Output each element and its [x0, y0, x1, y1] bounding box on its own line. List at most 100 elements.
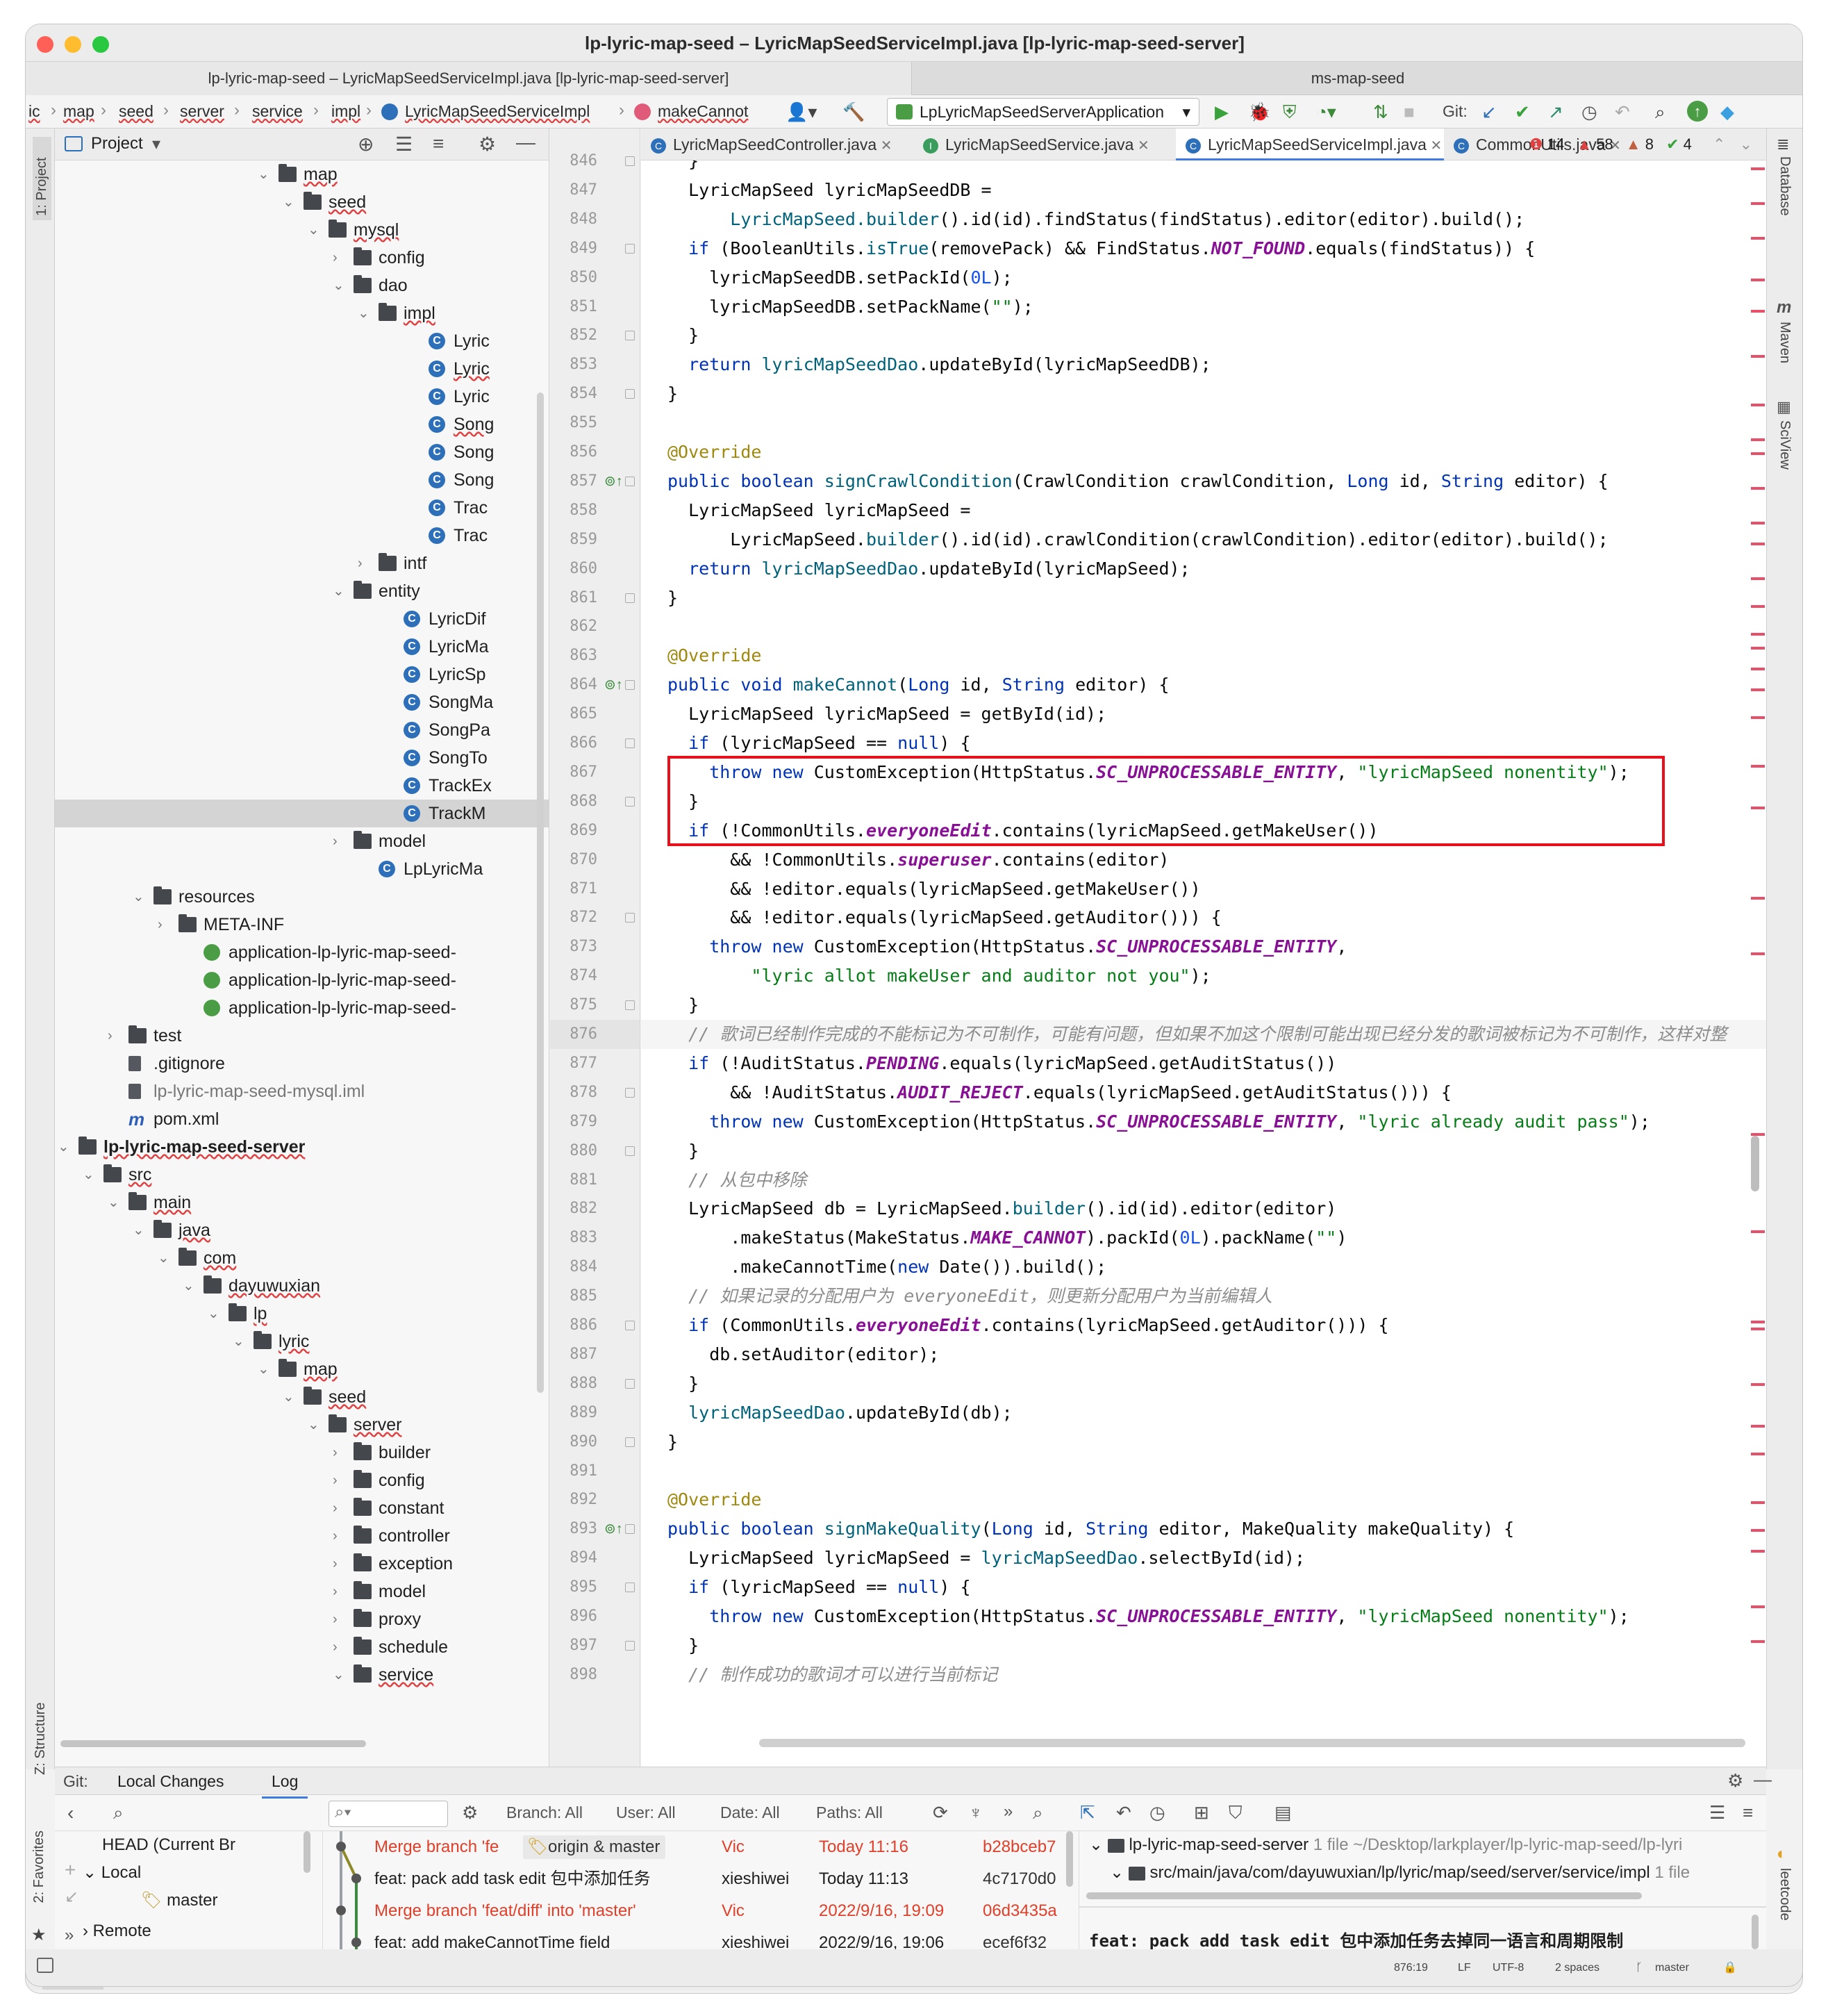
code-line[interactable]: }: [667, 1137, 699, 1166]
code-line[interactable]: public boolean signCrawlCondition(CrawlC…: [667, 467, 1609, 496]
horizontal-scrollbar[interactable]: [60, 1740, 366, 1747]
commit-hash[interactable]: 4c7170d0: [983, 1863, 1066, 1895]
error-stripe-mark[interactable]: [1751, 202, 1765, 205]
project-tree-item[interactable]: › model: [55, 1578, 549, 1605]
project-tree-item[interactable]: C LpLyricMa: [55, 855, 549, 883]
project-tree-item[interactable]: C LyricMa: [55, 633, 549, 661]
commit-msg[interactable]: feat: pack add task edit 包中添加任务: [374, 1863, 694, 1895]
project-tree-item[interactable]: ⌄ main: [55, 1189, 549, 1216]
commit-date[interactable]: 2022/9/16, 19:09: [819, 1895, 972, 1927]
hide-panel-icon[interactable]: —: [1754, 1769, 1772, 1790]
error-stripe-mark[interactable]: [1751, 716, 1765, 719]
more-icon[interactable]: »: [65, 1926, 74, 1945]
fold-marker-icon[interactable]: [625, 243, 635, 254]
code-line[interactable]: LyricMapSeed.builder().id(id).crawlCondi…: [667, 525, 1608, 554]
commit-msg[interactable]: Merge branch 'feat/diff' into 'master': [374, 1895, 694, 1927]
error-stripe-mark[interactable]: [1751, 522, 1765, 524]
error-stripe-mark[interactable]: [1751, 404, 1765, 406]
error-stripe-mark[interactable]: [1751, 1550, 1765, 1553]
coverage-icon[interactable]: ⛨: [1283, 101, 1297, 123]
project-tree-item[interactable]: › proxy: [55, 1605, 549, 1633]
breadcrumb-impl[interactable]: impl: [331, 102, 360, 121]
project-tree-item[interactable]: C TrackEx: [55, 772, 549, 800]
error-stripe-mark[interactable]: [1751, 668, 1765, 670]
project-tree-item[interactable]: C Trac: [55, 494, 549, 522]
code-line[interactable]: && !editor.equals(lyricMapSeed.getAudito…: [667, 903, 1221, 932]
code-line[interactable]: // 如果记录的分配用户为 everyoneEdit，则更新分配用户为当前编辑人: [667, 1282, 1272, 1311]
date-filter[interactable]: Date: All: [720, 1803, 780, 1822]
user-icon[interactable]: 👤▾: [786, 101, 817, 123]
code-line[interactable]: public void makeCannot(Long id, String e…: [667, 670, 1170, 700]
code-line[interactable]: LyricMapSeed db = LyricMapSeed.builder()…: [667, 1194, 1336, 1223]
override-icon[interactable]: ⊚↑: [604, 1520, 623, 1537]
project-tree-item[interactable]: C SongPa: [55, 716, 549, 744]
chevron-right-icon[interactable]: ›: [333, 1466, 347, 1494]
code-line[interactable]: LyricMapSeed.builder().id(id).findStatus…: [667, 205, 1524, 234]
project-tree-item[interactable]: ⌄ impl: [55, 299, 549, 327]
code-line[interactable]: && !AuditStatus.AUDIT_REJECT.equals(lyri…: [667, 1078, 1452, 1107]
project-tree-item[interactable]: › test: [55, 1022, 549, 1050]
commit-author[interactable]: xieshiwei: [722, 1863, 812, 1895]
branch-master[interactable]: 🏷 master: [141, 1887, 218, 1915]
fold-marker-icon[interactable]: [625, 593, 635, 603]
chevron-right-icon[interactable]: ›: [333, 1633, 347, 1661]
project-tree-item[interactable]: › controller: [55, 1522, 549, 1550]
commit-author[interactable]: Vic: [722, 1895, 812, 1927]
chevron-down-icon[interactable]: ⌄: [333, 577, 347, 605]
error-stripe-mark[interactable]: [1751, 355, 1765, 358]
vertical-scrollbar[interactable]: [537, 393, 544, 1393]
inspection-widget[interactable]: ❶ 14 ▲ 58 ▲ 8 ✔ 4 ⌃ ⌄: [1529, 129, 1752, 160]
code-line[interactable]: return lyricMapSeedDao.updateById(lyricM…: [667, 554, 1190, 584]
breadcrumb-service[interactable]: service: [252, 102, 303, 121]
project-tree-item[interactable]: › config: [55, 1466, 549, 1494]
chevron-down-icon[interactable]: ⌄: [133, 883, 147, 911]
project-tree-item[interactable]: ⌄ mysql: [55, 216, 549, 244]
code-editor[interactable]: } LyricMapSeed lyricMapSeedDB = LyricMap…: [641, 129, 1766, 1767]
code-line[interactable]: if (!AuditStatus.PENDING.equals(lyricMap…: [667, 1049, 1336, 1078]
fold-marker-icon[interactable]: [625, 680, 635, 691]
project-tree-item[interactable]: C Lyric: [55, 355, 549, 383]
project-tree-item[interactable]: lp-lyric-map-seed-mysql.iml: [55, 1077, 549, 1105]
close-icon[interactable]: ✕: [1133, 138, 1149, 154]
collapse-all-icon[interactable]: ≡: [433, 133, 444, 155]
error-stripe-mark[interactable]: [1751, 647, 1765, 650]
stop-icon[interactable]: ■: [1404, 101, 1415, 123]
editor-horizontal-scrollbar[interactable]: [759, 1739, 1745, 1747]
editor-tab[interactable]: C LyricMapSeedServiceImpl.java ✕: [1176, 129, 1444, 160]
tab-local-changes[interactable]: Local Changes: [117, 1772, 224, 1791]
gear-icon[interactable]: ⚙: [479, 133, 496, 156]
project-tree-item[interactable]: C SongTo: [55, 744, 549, 772]
git-commit-icon[interactable]: ✔: [1515, 101, 1530, 123]
error-stripe-mark[interactable]: [1751, 1640, 1765, 1643]
code-line[interactable]: }: [667, 321, 699, 350]
chevron-right-icon[interactable]: ›: [333, 827, 347, 855]
fold-marker-icon[interactable]: [625, 738, 635, 748]
breadcrumb-seed[interactable]: seed: [119, 102, 153, 121]
project-tree-item[interactable]: › META-INF: [55, 911, 549, 939]
fold-marker-icon[interactable]: [625, 1437, 635, 1447]
sciview-tool-button[interactable]: SciView: [1777, 420, 1793, 470]
project-tree-item[interactable]: C Lyric: [55, 327, 549, 355]
chevron-down-icon[interactable]: ⌄: [1740, 135, 1752, 153]
code-line[interactable]: lyricMapSeedDao.updateById(db);: [667, 1398, 1013, 1428]
error-stripe-mark[interactable]: [1751, 438, 1765, 441]
chevron-down-icon[interactable]: ⌄: [83, 1161, 97, 1189]
vertical-scrollbar[interactable]: [1752, 1915, 1759, 1949]
code-line[interactable]: && !CommonUtils.superuser.contains(edito…: [667, 845, 1169, 875]
close-icon[interactable]: ✕: [876, 138, 892, 154]
fold-marker-icon[interactable]: [625, 1146, 635, 1156]
code-line[interactable]: // 从包中移除: [667, 1166, 806, 1195]
star-icon[interactable]: ★: [31, 1925, 47, 1945]
project-tree-item[interactable]: application-lp-lyric-map-seed-: [55, 939, 549, 966]
error-stripe-mark[interactable]: [1751, 543, 1765, 545]
fold-marker-icon[interactable]: [625, 913, 635, 923]
chevron-right-icon[interactable]: ›: [333, 1439, 347, 1466]
code-line[interactable]: LyricMapSeed lyricMapSeed = lyricMapSeed…: [667, 1544, 1305, 1573]
chevron-down-icon[interactable]: ⌄: [133, 1216, 147, 1244]
project-tree-item[interactable]: .gitignore: [55, 1050, 549, 1077]
breadcrumb-method[interactable]: makeCannot: [658, 102, 748, 121]
fold-marker-icon[interactable]: [625, 1378, 635, 1389]
code-line[interactable]: db.setAuditor(editor);: [667, 1340, 939, 1369]
error-stripe-mark[interactable]: [1751, 237, 1765, 240]
window-tab-ms-map-seed[interactable]: ms-map-seed: [912, 62, 1802, 95]
